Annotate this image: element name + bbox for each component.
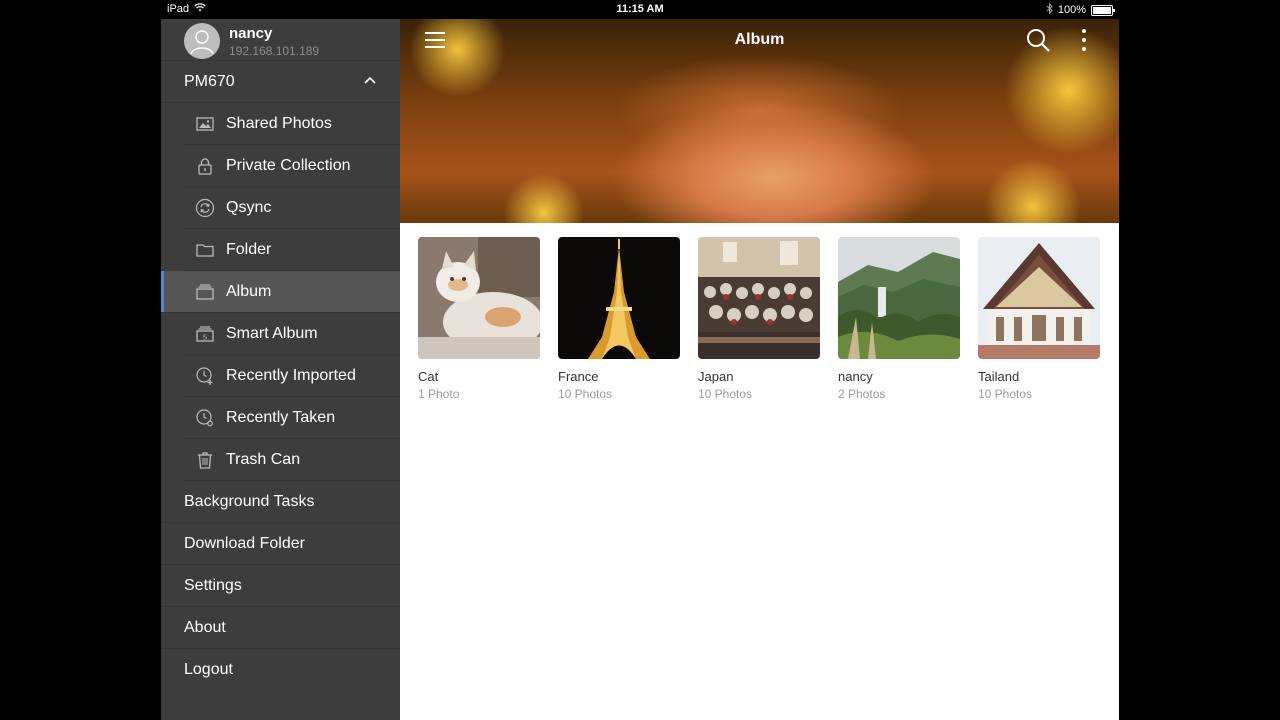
album-name: Cat xyxy=(418,369,439,384)
image-icon xyxy=(195,114,215,134)
album-count: 1 Photo xyxy=(418,387,460,401)
sidebar-item-label: Album xyxy=(226,282,272,300)
page-title: Album xyxy=(734,31,785,48)
sidebar-item-logout[interactable]: Logout xyxy=(161,649,400,690)
search-icon[interactable] xyxy=(1025,27,1051,53)
sidebar-item-smart-album[interactable]: S Smart Album xyxy=(184,313,400,355)
folder-icon xyxy=(195,240,215,260)
album-name: Tailand xyxy=(978,369,1020,384)
album-card[interactable]: Cat 1 Photo xyxy=(418,237,540,401)
sidebar-item-label: Shared Photos xyxy=(226,114,332,132)
album-count: 10 Photos xyxy=(978,387,1033,401)
album-grid: Cat 1 Photo France 10 Photos Japan 10 Ph… xyxy=(418,237,1100,401)
sidebar-item-settings[interactable]: Settings xyxy=(161,565,400,607)
sidebar-item-label: Logout xyxy=(184,660,233,678)
sidebar-item-label: Smart Album xyxy=(226,324,318,342)
lock-icon xyxy=(195,156,215,176)
profile-name: nancy xyxy=(229,25,273,42)
sidebar-item-private-collection[interactable]: Private Collection xyxy=(184,145,400,187)
album-count: 10 Photos xyxy=(558,387,613,401)
sidebar-item-folder[interactable]: Folder xyxy=(184,229,400,271)
sidebar-item-label: Trash Can xyxy=(226,450,301,468)
smart-album-icon: S xyxy=(195,324,215,344)
sidebar-item-download-folder[interactable]: Download Folder xyxy=(161,523,400,565)
album-icon xyxy=(195,282,215,302)
status-bar: iPad 11:15 AM 100% xyxy=(161,0,1119,19)
chevron-up-icon[interactable] xyxy=(364,75,376,87)
album-name: France xyxy=(558,369,599,384)
sidebar-item-about[interactable]: About xyxy=(161,607,400,649)
top-bar: Album xyxy=(400,19,1119,61)
album-name: nancy xyxy=(838,369,873,384)
sidebar-item-label: Recently Taken xyxy=(226,408,336,426)
bluetooth-icon xyxy=(1046,2,1053,17)
sync-icon xyxy=(195,198,215,218)
header-banner-image: Album xyxy=(400,19,1119,223)
sidebar-item-label: Qsync xyxy=(226,198,272,216)
more-vertical-icon[interactable] xyxy=(1071,27,1097,53)
server-header[interactable]: PM670 xyxy=(161,61,400,103)
sidebar-item-label: About xyxy=(184,618,226,636)
sidebar-item-trash-can[interactable]: Trash Can xyxy=(184,439,400,481)
profile-ip: 192.168.101.189 xyxy=(229,44,320,58)
clock-camera-icon xyxy=(195,408,215,428)
battery-percent: 100% xyxy=(1057,4,1086,16)
sidebar-item-label: Recently Imported xyxy=(226,366,356,384)
album-card[interactable]: Tailand 10 Photos xyxy=(978,237,1100,401)
album-card[interactable]: nancy 2 Photos xyxy=(838,237,960,401)
sidebar-item-label: Private Collection xyxy=(226,156,351,174)
clock-import-icon xyxy=(195,366,215,386)
album-card[interactable]: Japan 10 Photos xyxy=(698,237,820,401)
status-time: 11:15 AM xyxy=(616,3,664,15)
sidebar-item-background-tasks[interactable]: Background Tasks xyxy=(161,481,400,523)
user-icon xyxy=(190,30,214,55)
sidebar-item-album[interactable]: Album xyxy=(161,271,400,313)
svg-text:S: S xyxy=(203,333,208,341)
album-count: 2 Photos xyxy=(838,387,886,401)
album-thumbnail[interactable] xyxy=(838,237,960,359)
sidebar-item-label: Folder xyxy=(226,240,272,258)
album-thumbnail[interactable] xyxy=(698,237,820,359)
sidebar: nancy 192.168.101.189 PM670 Shared Photo… xyxy=(161,19,400,720)
avatar xyxy=(184,23,220,59)
sidebar-item-shared-photos[interactable]: Shared Photos xyxy=(184,103,400,145)
album-thumbnail[interactable] xyxy=(418,237,540,359)
sidebar-item-label: Download Folder xyxy=(184,534,305,552)
battery-icon xyxy=(1091,4,1115,16)
sidebar-item-recently-taken[interactable]: Recently Taken xyxy=(184,397,400,439)
album-thumbnail[interactable] xyxy=(558,237,680,359)
album-thumbnail[interactable] xyxy=(978,237,1100,359)
main-content: Album Cat 1 Photo France 10 Photos Japan… xyxy=(400,19,1119,720)
sidebar-item-qsync[interactable]: Qsync xyxy=(184,187,400,229)
sidebar-item-label: Settings xyxy=(184,576,242,594)
sidebar-item-recently-imported[interactable]: Recently Imported xyxy=(184,355,400,397)
profile-header[interactable]: nancy 192.168.101.189 xyxy=(161,19,400,61)
album-count: 10 Photos xyxy=(698,387,753,401)
album-card[interactable]: France 10 Photos xyxy=(558,237,680,401)
album-name: Japan xyxy=(698,369,734,384)
sidebar-item-label: Background Tasks xyxy=(184,492,315,510)
trash-icon xyxy=(195,450,215,470)
server-name: PM670 xyxy=(184,72,235,90)
